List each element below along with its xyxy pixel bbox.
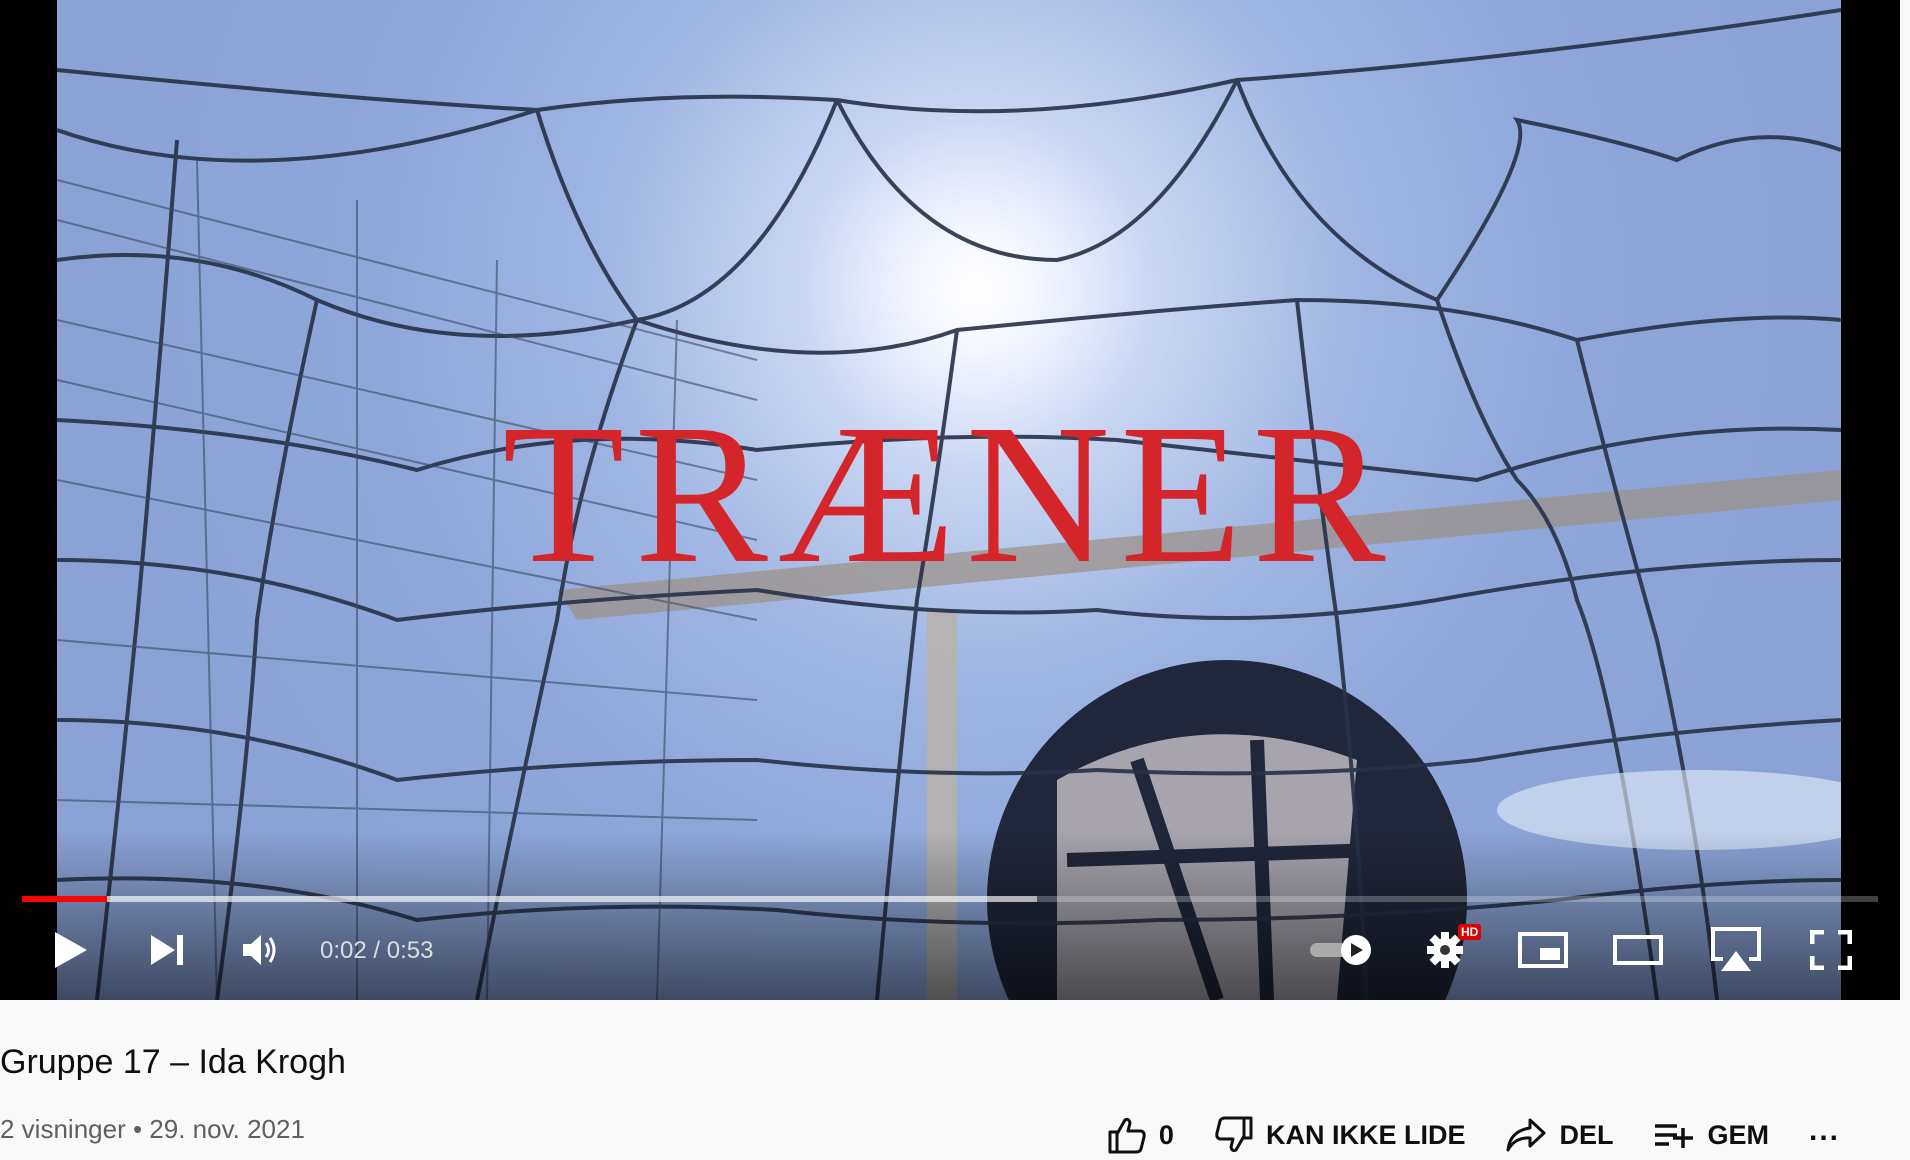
like-button[interactable]: 0: [1087, 1116, 1194, 1154]
next-button[interactable]: [142, 920, 192, 980]
like-count: 0: [1158, 1119, 1174, 1150]
time-display: 0:02 / 0:53: [320, 935, 433, 967]
autoplay-toggle[interactable]: [1306, 920, 1378, 980]
theater-mode-icon: [1613, 935, 1663, 965]
playlist-add-icon: [1655, 1124, 1694, 1148]
volume-button[interactable]: [236, 920, 286, 980]
progress-played: [22, 896, 107, 902]
video-meta: 2 visninger • 29. nov. 2021: [0, 1112, 305, 1146]
next-icon: [151, 935, 183, 965]
airplay-icon: [1711, 927, 1761, 971]
hd-badge: HD: [1458, 924, 1482, 940]
share-label: DEL: [1559, 1119, 1614, 1150]
airplay-button[interactable]: [1706, 920, 1766, 980]
more-actions-button[interactable]: ...: [1789, 1114, 1860, 1152]
time-separator: /: [366, 937, 387, 964]
dislike-label: KAN IKKE LIDE: [1265, 1119, 1466, 1150]
play-icon: [55, 932, 87, 968]
more-icon: ...: [1808, 1114, 1840, 1147]
action-bar: 0 KAN IKKE LIDE DEL GEM ...: [1087, 1110, 1860, 1160]
fullscreen-button[interactable]: [1806, 920, 1856, 980]
duration: 0:53: [386, 937, 434, 964]
autoplay-toggle-icon: [1310, 935, 1371, 965]
progress-bar[interactable]: [22, 896, 1878, 902]
volume-icon: [243, 935, 276, 965]
current-time: 0:02: [320, 937, 367, 964]
save-button[interactable]: GEM: [1633, 1120, 1789, 1151]
fullscreen-icon: [1810, 930, 1852, 970]
progress-buffered: [22, 896, 1037, 902]
dislike-button[interactable]: KAN IKKE LIDE: [1194, 1116, 1486, 1154]
theater-mode-button[interactable]: [1610, 920, 1666, 980]
miniplayer-button[interactable]: [1515, 920, 1571, 980]
video-overlay-title: TRÆNER: [502, 384, 1396, 605]
video-player[interactable]: TRÆNER 0:02 / 0:53 HD: [0, 0, 1900, 1000]
share-button[interactable]: DEL: [1485, 1117, 1633, 1153]
video-title: Gruppe 17 – Ida Krogh: [0, 1043, 346, 1081]
thumbs-down-icon: [1215, 1116, 1253, 1153]
view-count: 2 visninger: [0, 1114, 126, 1144]
upload-date: 29. nov. 2021: [149, 1114, 305, 1144]
meta-separator: •: [125, 1114, 150, 1144]
thumbs-up-icon: [1108, 1117, 1146, 1154]
play-button[interactable]: [46, 920, 96, 980]
share-icon: [1506, 1118, 1546, 1152]
save-label: GEM: [1707, 1119, 1769, 1150]
miniplayer-icon: [1518, 932, 1568, 968]
